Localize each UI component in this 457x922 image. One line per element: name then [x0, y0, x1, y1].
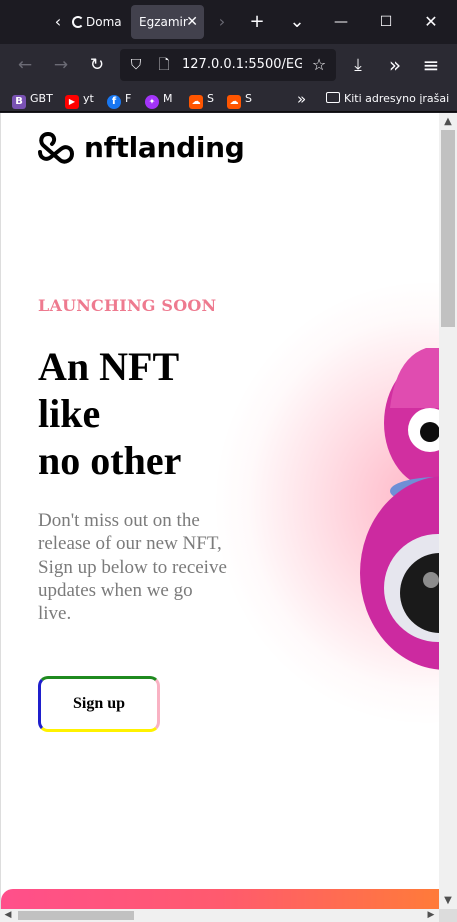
- bookmark-gbt[interactable]: B GBT: [12, 89, 53, 109]
- tracking-protection-shield-icon[interactable]: ⛉: [126, 55, 146, 75]
- horizontal-scrollbar[interactable]: ◀ ▶: [0, 909, 439, 922]
- messenger-icon: ✦: [145, 95, 159, 109]
- gradient-footer-bar: [1, 889, 439, 909]
- hero-headline: An NFT like no other: [38, 343, 238, 484]
- launching-soon-label: LAUNCHING SOON: [38, 296, 217, 315]
- bootstrap-icon: B: [12, 95, 26, 109]
- horizontal-scroll-thumb[interactable]: [18, 911, 134, 920]
- bookmark-label: M: [163, 92, 173, 105]
- hero-description: Don't miss out on the release of our new…: [38, 510, 227, 625]
- toolbar-overflow-button[interactable]: »: [381, 51, 409, 79]
- tab-strip: ‹ Doma Egzamir ✕ › + ⌄ — ☐ ✕: [0, 0, 457, 44]
- other-bookmarks-folder[interactable]: Kiti adresyno įrašai: [326, 89, 449, 109]
- bookmark-m[interactable]: ✦ M: [145, 89, 173, 109]
- tab-doma[interactable]: Doma: [70, 6, 126, 38]
- new-tab-button[interactable]: +: [243, 8, 271, 36]
- url-bar[interactable]: ⛉ 🗋 127.0.0.1:5500/EGZ ☆: [120, 49, 336, 81]
- soundcloud-icon: ☁: [227, 95, 241, 109]
- bookmark-label: S: [207, 92, 214, 105]
- logo-knot-icon: [38, 132, 74, 164]
- tab-favicon-icon: [72, 16, 84, 28]
- bookmarks-toolbar: B GBT ▶ yt fF ✦ M ☁ S ☁ S » Kiti adresyno įra…: [0, 86, 457, 112]
- soundcloud-icon: ☁: [189, 95, 203, 109]
- minimize-button[interactable]: —: [327, 8, 355, 36]
- bookmark-yt[interactable]: ▶ yt: [65, 89, 94, 109]
- back-button[interactable]: ←: [11, 51, 39, 79]
- bookmarks-overflow-button[interactable]: »: [297, 89, 306, 109]
- close-window-button[interactable]: ✕: [417, 8, 445, 36]
- bookmark-label: F: [125, 92, 132, 105]
- tab-close-icon[interactable]: ✕: [186, 5, 198, 39]
- headline-line-3: no other: [38, 438, 182, 483]
- app-menu-button[interactable]: ≡: [417, 51, 445, 79]
- list-all-tabs-button[interactable]: ⌄: [283, 8, 311, 36]
- landing-page: nftlanding LAUNCHING SOON An NFT like no…: [0, 113, 439, 909]
- tab-label: Doma: [86, 15, 122, 29]
- sign-up-button[interactable]: Sign up: [38, 676, 160, 732]
- content-viewport: nftlanding LAUNCHING SOON An NFT like no…: [0, 113, 457, 922]
- navigation-toolbar: ← → ↻ ⛉ 🗋 127.0.0.1:5500/EGZ ☆ ⤓ » ≡: [0, 44, 457, 86]
- logo-wordmark: nftlanding: [84, 131, 245, 164]
- headline-line-1: An NFT: [38, 344, 180, 389]
- bookmark-s-1[interactable]: ☁ S: [189, 89, 214, 109]
- reload-button[interactable]: ↻: [83, 51, 111, 79]
- folder-icon: [326, 92, 340, 103]
- other-bookmarks-label: Kiti adresyno įrašai: [344, 92, 450, 105]
- tab-egzamir-active[interactable]: Egzamir ✕: [131, 5, 204, 39]
- scrollbar-corner: [439, 909, 457, 922]
- youtube-icon: ▶: [65, 95, 79, 109]
- downloads-button[interactable]: ⤓: [344, 51, 372, 79]
- tab-scroll-right-icon[interactable]: ›: [212, 10, 232, 34]
- hero-nft-character-image: [360, 348, 439, 670]
- scroll-down-arrow-icon[interactable]: ▼: [439, 892, 457, 909]
- vertical-scroll-thumb[interactable]: [441, 130, 455, 327]
- vertical-scrollbar[interactable]: ▲ ▼: [439, 113, 457, 909]
- bookmark-f[interactable]: fF: [107, 89, 131, 109]
- tab-label: Egzamir: [139, 15, 188, 29]
- bookmark-label: yt: [83, 92, 94, 105]
- bookmark-s-2[interactable]: ☁ S: [227, 89, 252, 109]
- bookmark-label: S: [245, 92, 252, 105]
- url-text[interactable]: 127.0.0.1:5500/EGZ: [182, 49, 302, 81]
- scroll-left-arrow-icon[interactable]: ◀: [0, 909, 16, 922]
- tab-scroll-left-icon[interactable]: ‹: [48, 10, 68, 34]
- facebook-icon: f: [107, 95, 121, 109]
- headline-line-2: like: [38, 391, 101, 436]
- scroll-right-arrow-icon[interactable]: ▶: [423, 909, 439, 922]
- maximize-button[interactable]: ☐: [372, 8, 400, 36]
- forward-button[interactable]: →: [47, 51, 75, 79]
- scroll-up-arrow-icon[interactable]: ▲: [439, 113, 457, 130]
- bookmark-label: GBT: [30, 92, 53, 105]
- page-info-icon[interactable]: 🗋: [154, 55, 174, 75]
- bookmark-star-icon[interactable]: ☆: [308, 54, 330, 76]
